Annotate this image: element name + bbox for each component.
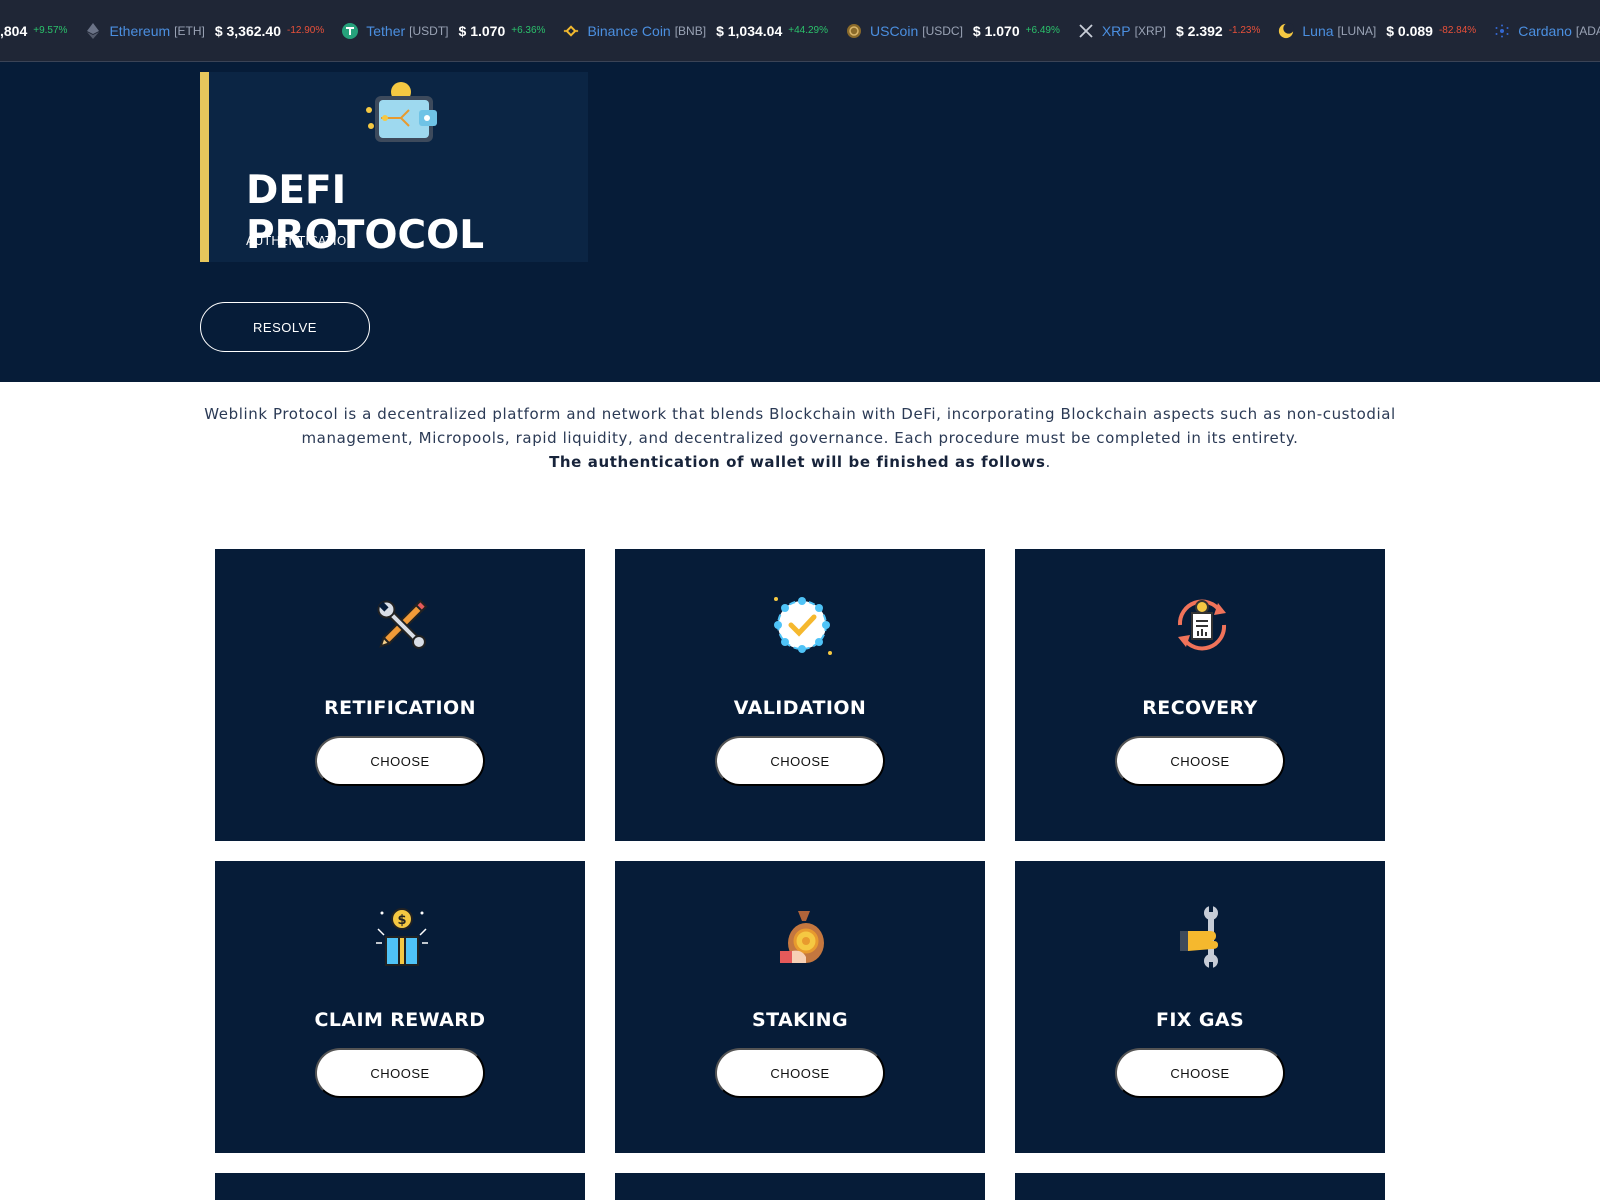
resolve-button[interactable]: RESOLVE [200,302,370,352]
ticker-symbol: [ADA] [1575,23,1600,38]
card-fix-gas: FIX GAS CHOOSE [1015,861,1385,1153]
page-subtitle: AUTHENTICATION [246,234,356,248]
ticker-item-binance-coin[interactable]: Binance Coin [BNB] $ 1,034.04 +44.29% [555,23,838,39]
ticker-symbol: [ETH] [174,23,205,38]
ticker-item-bitcoin[interactable]: ,804 +9.57% [0,23,77,39]
cardano-icon [1494,23,1510,39]
ticker-item-tether[interactable]: Tether [USDT] $ 1.070 +6.36% [334,22,555,39]
ticker-change: +6.49% [1025,25,1060,36]
intro-description: Weblink Protocol is a decentralized plat… [200,402,1400,474]
card-claim-reward: $ CLAIM REWARD CHOOSE [215,861,585,1153]
verified-badge-icon [770,593,834,657]
card-title: RETIFICATION [324,697,476,719]
ticker-item-luna[interactable]: Luna [LUNA] $ 0.089 -82.84% [1270,22,1486,39]
choose-button[interactable]: CHOOSE [1115,736,1285,786]
ticker-price: $ 3,362.40 [214,22,281,39]
card-title: STAKING [752,1009,848,1031]
wrench-hand-icon [1170,905,1234,969]
ticker-symbol: [USDC] [922,23,963,38]
ticker-change: +9.57% [33,25,68,36]
card-partial [615,1173,985,1200]
ticker-item-ethereum[interactable]: Ethereum [ETH] $ 3,362.40 -12.90% [77,22,334,39]
ticker-symbol: [USDT] [409,23,449,38]
ticker-change: -1.23% [1228,25,1261,36]
ticker-price: $ 0.089 [1386,22,1433,39]
crypto-price-ticker: ,804 +9.57% Ethereum [ETH] $ 3,362.40 -1… [0,0,1600,62]
ticker-item-cardano[interactable]: Cardano [ADA] $ 0 [1486,23,1600,39]
choose-button[interactable]: CHOOSE [315,1048,485,1098]
crypto-wallet-icon [359,80,443,150]
ticker-price: $ 1.070 [972,22,1020,39]
intro-text: Weblink Protocol is a decentralized plat… [204,405,1396,447]
ticker-name: Cardano [1518,22,1572,39]
ticker-name: XRP [1101,22,1131,39]
svg-text:$: $ [397,913,406,928]
card-validation: VALIDATION CHOOSE [615,549,985,841]
card-partial [1015,1173,1385,1200]
choose-button[interactable]: CHOOSE [715,1048,885,1098]
brand-box: DEFI PROTOCOL AUTHENTICATION [200,72,588,262]
tether-icon [342,22,359,39]
uscoin-icon [846,23,862,39]
money-bag-icon [770,905,834,969]
binance-coin-icon [563,23,579,39]
hero-section: DEFI PROTOCOL AUTHENTICATION RESOLVE [0,62,1600,382]
ticker-symbol: [BNB] [674,23,707,38]
ticker-price: ,804 [0,22,28,39]
gift-reward-icon: $ [370,905,434,969]
ticker-symbol: [XRP] [1134,23,1166,38]
ticker-price: $ 1,034.04 [716,22,783,39]
ticker-price: $ 2.392 [1175,22,1223,39]
ticker-item-uscoin[interactable]: USCoin [USDC] $ 1.070 +6.49% [838,23,1070,39]
card-title: VALIDATION [733,697,867,719]
card-title: CLAIM REWARD [314,1009,486,1031]
ticker-name: USCoin [870,22,919,39]
ticker-name: Binance Coin [587,22,671,39]
ticker-change: -82.84% [1438,25,1477,36]
recovery-cycle-icon [1170,593,1234,657]
ethereum-icon [85,22,101,39]
card-recovery: RECOVERY CHOOSE [1015,549,1385,841]
ticker-item-xrp[interactable]: XRP [XRP] $ 2.392 -1.23% [1070,23,1271,39]
ticker-name: Tether [366,22,406,39]
card-staking: STAKING CHOOSE [615,861,985,1153]
choose-button[interactable]: CHOOSE [315,736,485,786]
card-partial [215,1173,585,1200]
choose-button[interactable]: CHOOSE [715,736,885,786]
luna-icon [1278,22,1295,39]
card-title: RECOVERY [1142,697,1258,719]
ticker-change: +44.29% [788,25,828,36]
ticker-symbol: [LUNA] [1337,23,1377,38]
choose-button[interactable]: CHOOSE [1115,1048,1285,1098]
tools-icon [370,593,434,657]
ticker-price: $ 1.070 [458,22,506,39]
intro-bold-text: The authentication of wallet will be fin… [549,453,1046,471]
card-retification: RETIFICATION CHOOSE [215,549,585,841]
intro-suffix: . [1045,453,1051,471]
ticker-name: Ethereum [109,22,171,39]
ticker-change: -12.90% [287,25,325,36]
ticker-name: Luna [1302,22,1334,39]
card-title: FIX GAS [1155,1009,1245,1031]
ticker-change: +6.36% [511,25,546,36]
xrp-icon [1078,23,1094,39]
